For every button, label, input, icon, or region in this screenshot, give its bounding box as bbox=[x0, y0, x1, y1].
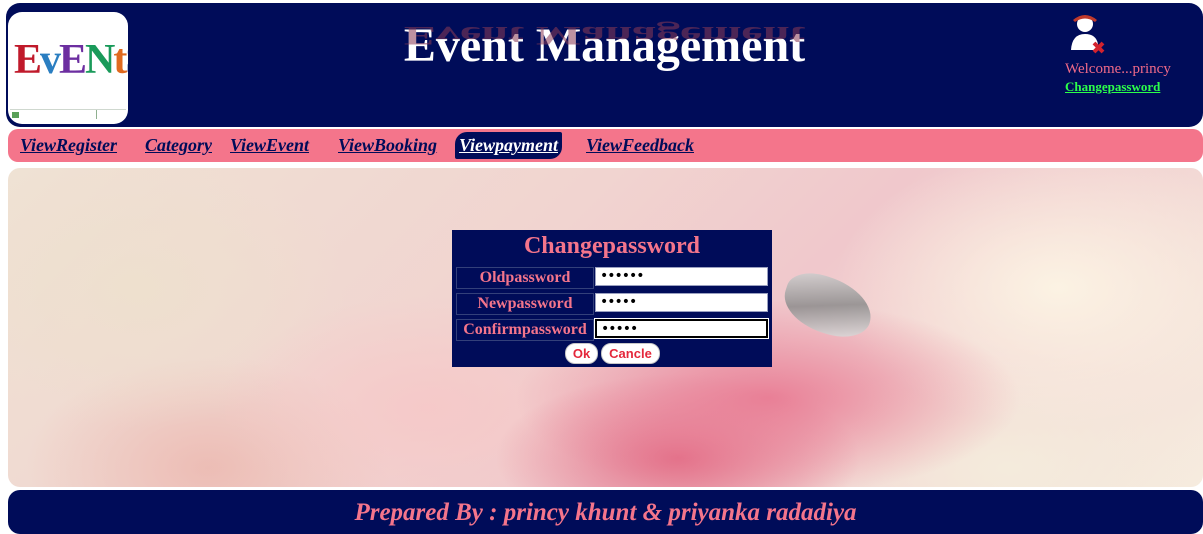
confirm-password-input[interactable]: ••••• bbox=[594, 318, 769, 339]
logo-footer-strip bbox=[10, 109, 126, 120]
nav-item-viewpayment[interactable]: Viewpayment bbox=[455, 132, 562, 159]
confirm-password-label: Confirmpassword bbox=[456, 319, 594, 341]
nav-bar: ViewRegister Category ViewEvent ViewBook… bbox=[8, 129, 1203, 162]
new-password-label: Newpassword bbox=[456, 293, 594, 315]
change-password-link[interactable]: Changepassword bbox=[1065, 79, 1160, 95]
old-password-label: Oldpassword bbox=[456, 267, 594, 289]
nav-item-viewregister[interactable]: ViewRegister bbox=[20, 132, 117, 159]
new-password-input[interactable]: ••••• bbox=[595, 293, 768, 312]
nav-item-category[interactable]: Category bbox=[145, 132, 212, 159]
change-password-form: Changepassword Oldpassword •••••• Newpas… bbox=[452, 230, 772, 367]
footer: Prepared By : princy khunt & priyanka ra… bbox=[8, 490, 1203, 534]
header: EvENtS Event Management Event Management… bbox=[6, 3, 1203, 127]
nav-item-viewevent[interactable]: ViewEvent bbox=[230, 132, 309, 159]
welcome-text: Welcome...princy bbox=[1065, 61, 1171, 77]
nav-item-viewbooking[interactable]: ViewBooking bbox=[338, 132, 437, 159]
page-title-reflection: Event Management bbox=[403, 20, 806, 50]
logo-footer-tick bbox=[96, 110, 97, 119]
ok-button[interactable]: Ok bbox=[565, 343, 598, 364]
form-title: Changepassword bbox=[523, 233, 701, 259]
cancel-button[interactable]: Cancle bbox=[601, 343, 660, 364]
old-password-input[interactable]: •••••• bbox=[595, 267, 768, 286]
ring-image bbox=[776, 265, 880, 346]
nav-item-viewfeedback[interactable]: ViewFeedback bbox=[586, 132, 694, 159]
footer-credit: Prepared By : princy khunt & priyanka ra… bbox=[354, 499, 857, 526]
user-remove-icon[interactable] bbox=[1068, 12, 1106, 56]
logo-footer-dot bbox=[12, 112, 19, 118]
